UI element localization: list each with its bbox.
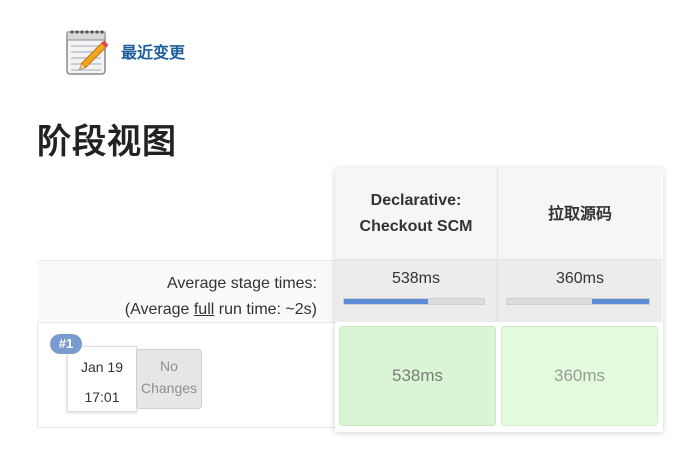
average-run-time-prefix: (Average xyxy=(124,301,194,318)
recent-changes-link[interactable]: 最近变更 xyxy=(61,24,185,78)
changes-line2: Changes xyxy=(140,380,198,396)
build-date: Jan 19 xyxy=(80,359,124,375)
changes-line1: No xyxy=(160,358,178,374)
average-run-time-text: (Average full run time: ~2s) xyxy=(125,297,317,323)
page-title: 阶段视图 xyxy=(37,122,177,162)
stage-view-corner xyxy=(37,168,335,260)
stage-progress-fill xyxy=(344,299,428,304)
average-run-time-suffix: run time: ~2s) xyxy=(214,301,317,318)
stage-average-cell: 360ms xyxy=(498,260,662,322)
full-run-time-link[interactable]: full xyxy=(194,301,214,318)
recent-changes-label[interactable]: 最近变更 xyxy=(121,39,185,63)
stage-header-pull-source: 拉取源码 xyxy=(498,168,662,260)
stage-result-cell-pull-source[interactable]: 360ms xyxy=(501,326,658,426)
stage-result-cell-checkout-scm[interactable]: 538ms xyxy=(339,326,496,426)
average-stage-times-text: Average stage times: xyxy=(166,275,317,292)
notepad-pencil-icon xyxy=(66,30,109,75)
stage-name-line2: Checkout SCM xyxy=(359,217,473,235)
stage-average-cell: 538ms xyxy=(335,260,498,322)
average-times-row: Average stage times: (Average full run t… xyxy=(37,260,335,323)
build-row-info: #1 Jan 19 17:01 No Changes xyxy=(37,322,336,428)
no-changes-box[interactable]: No Changes xyxy=(136,349,202,409)
build-date-box[interactable]: Jan 19 17:01 xyxy=(67,346,137,412)
build-number-badge[interactable]: #1 xyxy=(50,334,82,354)
stage-progress-bar xyxy=(343,298,485,305)
stage-name-line1: Declarative: xyxy=(370,191,462,209)
build-time: 17:01 xyxy=(84,389,120,405)
stage-average-time: 538ms xyxy=(391,270,441,287)
stage-header-checkout-scm: Declarative: Checkout SCM xyxy=(335,168,498,260)
stage-progress-bar xyxy=(506,298,650,305)
average-stage-times-label: Average stage times: (Average full run t… xyxy=(125,271,317,323)
stage-progress-fill xyxy=(592,299,649,304)
stage-table: Declarative: Checkout SCM 拉取源码 538ms 360… xyxy=(335,168,663,432)
stage-average-time: 360ms xyxy=(555,270,605,287)
